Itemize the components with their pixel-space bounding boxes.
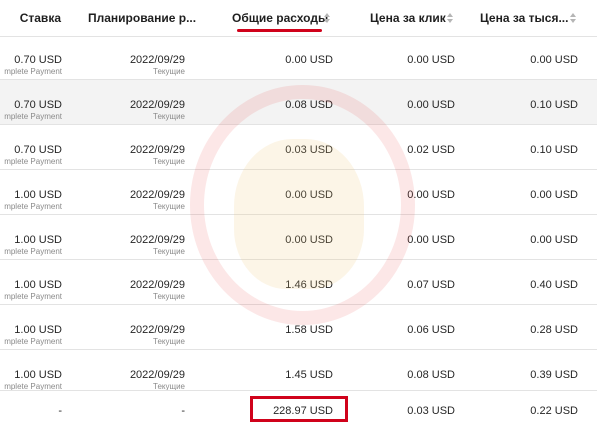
table-body: 0.70 USD mplete Payment 2022/09/29 Текущие 0… xyxy=(0,0,597,395)
cell-schedule-date: 2022/09/29 xyxy=(129,99,185,111)
cell-cpm: 0.00 USD xyxy=(530,189,578,201)
cell-cpc: 0.00 USD xyxy=(407,99,455,111)
col-header-bid[interactable]: Ставка xyxy=(20,11,61,25)
cell-schedule-status: Текущие xyxy=(153,202,185,211)
cell-bid-note: mplete Payment xyxy=(4,337,62,346)
cell-schedule-date: 2022/09/29 xyxy=(129,54,185,66)
cell-cpm: 0.28 USD xyxy=(530,324,578,336)
col-header-schedule[interactable]: Планирование р... xyxy=(88,11,196,25)
cell-cpc: 0.08 USD xyxy=(407,369,455,381)
cell-spend: 0.00 USD xyxy=(285,189,333,201)
cell-spend: 1.46 USD xyxy=(285,279,333,291)
sort-icon[interactable] xyxy=(570,13,576,23)
cell-cpc: 0.02 USD xyxy=(407,144,455,156)
cell-cpc: 0.00 USD xyxy=(407,54,455,66)
cell-schedule-status: Текущие xyxy=(153,157,185,166)
cell-cpc: 0.06 USD xyxy=(407,324,455,336)
total-spend-highlight-annotation xyxy=(250,396,348,422)
cell-schedule-date: 2022/09/29 xyxy=(129,279,185,291)
total-schedule: - xyxy=(181,405,185,417)
cell-schedule-status: Текущие xyxy=(153,247,185,256)
cell-spend: 1.58 USD xyxy=(285,324,333,336)
cell-cpc: 0.07 USD xyxy=(407,279,455,291)
table-row[interactable]: 0.70 USDmplete Payment 2022/09/29Текущие 0… xyxy=(0,125,597,170)
cell-cpm: 0.39 USD xyxy=(530,369,578,381)
table-row[interactable]: 1.00 USD mplete Payment 2022/09/29 Текущие 1… xyxy=(0,350,597,395)
sort-icon[interactable] xyxy=(324,13,330,23)
cell-schedule-status: Текущие xyxy=(153,67,185,76)
cell-schedule-date: 2022/09/29 xyxy=(129,144,185,156)
col-header-cpm[interactable]: Цена за тыся... xyxy=(480,11,568,25)
cell-bid: 0.70 USD xyxy=(14,99,62,111)
cell-bid: 1.00 USD xyxy=(14,189,62,201)
cell-bid: 1.00 USD xyxy=(14,279,62,291)
cell-cpm: 0.00 USD xyxy=(530,54,578,66)
cell-spend: 0.00 USD xyxy=(285,234,333,246)
table-row[interactable]: 1.00 USD mplete Payment 2022/09/29 Текущие 0… xyxy=(0,215,597,260)
cell-cpc: 0.00 USD xyxy=(407,234,455,246)
cell-cpc: 0.00 USD xyxy=(407,189,455,201)
cell-schedule-date: 2022/09/29 xyxy=(129,234,185,246)
cell-schedule-status: Текущие xyxy=(153,337,185,346)
table-row[interactable]: 1.00 USD mplete Payment 2022/09/29 Текущие 0… xyxy=(0,170,597,215)
cell-bid-note: mplete Payment xyxy=(4,247,62,256)
cell-bid: 0.70 USD xyxy=(14,144,62,156)
cell-spend: 0.03 USD xyxy=(285,144,333,156)
total-bid: - xyxy=(58,405,62,417)
col-header-spend[interactable]: Общие расходы xyxy=(232,11,328,25)
table-row[interactable]: 0.70 USDmplete Payment 2022/09/29Текущие 0… xyxy=(0,35,597,80)
cell-schedule-date: 2022/09/29 xyxy=(129,189,185,201)
cell-schedule-date: 2022/09/29 xyxy=(129,324,185,336)
table-row[interactable]: 1.00 USD mplete Payment 2022/09/29 Текущие 1… xyxy=(0,305,597,350)
total-cpc: 0.03 USD xyxy=(407,405,455,417)
cell-bid-note: mplete Payment xyxy=(4,202,62,211)
cell-spend: 0.00 USD xyxy=(285,54,333,66)
cell-bid-note: mplete Payment xyxy=(4,157,62,166)
spend-underline-annotation xyxy=(237,29,322,32)
cell-cpm: 0.10 USD xyxy=(530,144,578,156)
table-row[interactable]: 1.00 USD mplete Payment 2022/09/29 Текущие 1… xyxy=(0,260,597,305)
table-row[interactable]: 0.70 USDmplete Payment 2022/09/29Текущие 0… xyxy=(0,80,597,125)
cell-schedule-status: Текущие xyxy=(153,112,185,121)
cell-cpm: 0.00 USD xyxy=(530,234,578,246)
cell-bid: 1.00 USD xyxy=(14,324,62,336)
cell-cpm: 0.40 USD xyxy=(530,279,578,291)
cell-spend: 1.45 USD xyxy=(285,369,333,381)
cell-bid: 1.00 USD xyxy=(14,234,62,246)
cell-cpm: 0.10 USD xyxy=(530,99,578,111)
cell-bid-note: mplete Payment xyxy=(4,292,62,301)
cell-schedule-status: Текущие xyxy=(153,292,185,301)
table-header: Ставка Планирование р... Общие расходы Ц… xyxy=(0,0,597,37)
col-header-cpc[interactable]: Цена за клик xyxy=(370,11,446,25)
cell-schedule-date: 2022/09/29 xyxy=(129,369,185,381)
cell-spend: 0.08 USD xyxy=(285,99,333,111)
cell-bid: 1.00 USD xyxy=(14,369,62,381)
total-cpm: 0.22 USD xyxy=(530,405,578,417)
cell-bid-note: mplete Payment xyxy=(4,112,62,121)
cell-bid-note: mplete Payment xyxy=(4,67,62,76)
cell-bid: 0.70 USD xyxy=(14,54,62,66)
sort-icon[interactable] xyxy=(447,13,453,23)
